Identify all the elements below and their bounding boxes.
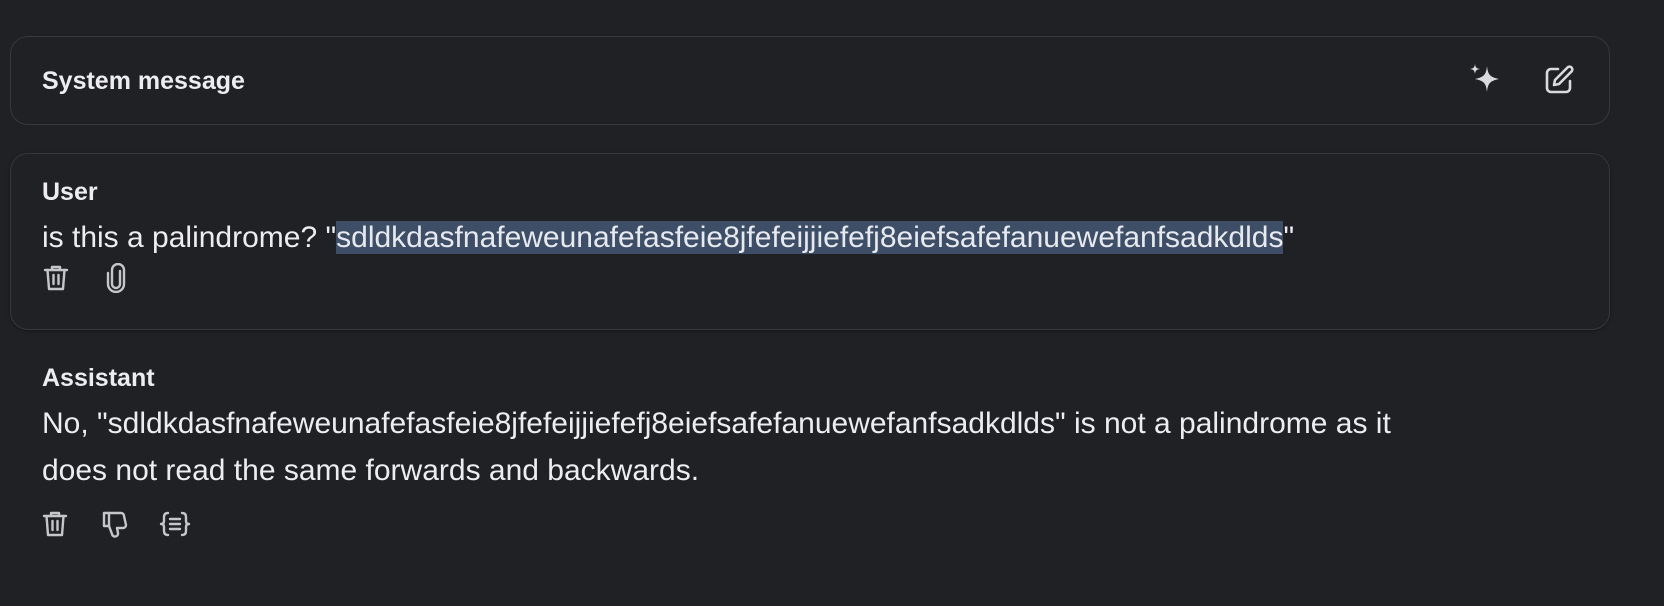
assistant-message-line: No, "sdldkdasfnafeweunafefasfeie8jfefeij… <box>42 407 1391 440</box>
user-message-text[interactable]: is this a palindrome? "sdldkdasfnafeweun… <box>42 214 1294 261</box>
system-message-card[interactable]: System message <box>10 36 1610 125</box>
assistant-message[interactable]: Assistant No, "sdldkdasfnafeweunafefasfe… <box>0 350 1664 570</box>
assistant-message-line: does not read the same forwards and back… <box>42 454 700 487</box>
user-message-card[interactable]: User is this a palindrome? "sdldkdasfnaf… <box>10 153 1610 330</box>
code-braces-icon[interactable] <box>158 507 192 541</box>
thumbs-down-icon[interactable] <box>98 507 132 541</box>
edit-icon[interactable] <box>1539 60 1579 100</box>
chat-playground: System message User is this a palindrome… <box>0 0 1664 606</box>
paperclip-icon[interactable] <box>99 261 133 295</box>
assistant-role-label: Assistant <box>42 364 155 392</box>
user-role-label: User <box>42 178 98 206</box>
trash-icon[interactable] <box>38 507 72 541</box>
assistant-message-text[interactable]: No, "sdldkdasfnafeweunafefasfeie8jfefeij… <box>42 400 1522 494</box>
trash-icon[interactable] <box>39 261 73 295</box>
selected-text[interactable]: sdldkdasfnafeweunafefasfeie8jfefeijjiefe… <box>336 221 1284 254</box>
message-prefix: is this a palindrome? " <box>42 221 337 254</box>
message-suffix: " <box>1283 221 1295 254</box>
system-message-title: System message <box>42 67 245 95</box>
sparkle-icon[interactable] <box>1465 60 1505 100</box>
